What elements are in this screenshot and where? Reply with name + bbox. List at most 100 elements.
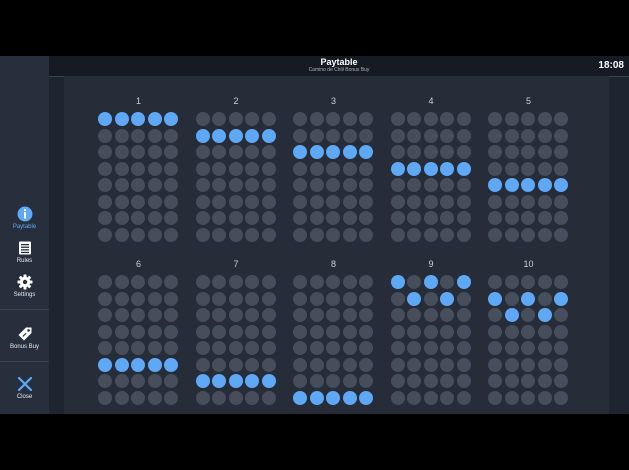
payline-dot (407, 341, 421, 355)
payline-dot (293, 211, 307, 225)
payline-dot (164, 324, 178, 339)
sidebar-item-close[interactable]: Close (0, 376, 49, 400)
payline-dot-active (164, 357, 178, 372)
payline-dot (440, 227, 454, 242)
payline-dot (440, 178, 454, 192)
payline-dot (98, 341, 112, 355)
payline-dot (212, 341, 226, 355)
payline-dot (245, 112, 259, 126)
payline-dot (390, 324, 405, 339)
sidebar-item-settings[interactable]: Settings (0, 274, 49, 298)
payline-dot (309, 308, 324, 322)
payline-dot (456, 357, 471, 372)
payline-dot-active (488, 178, 502, 192)
payline-dot (488, 161, 502, 176)
payline-dot (390, 308, 405, 322)
payline-dot (228, 275, 243, 289)
payline-dot (423, 357, 438, 372)
payline-dot (521, 112, 535, 126)
payline-dot (147, 308, 162, 322)
payline-dot-active (131, 357, 145, 372)
payline-dot (131, 178, 145, 192)
payline-dot (131, 211, 145, 225)
payline-dot-active (537, 178, 552, 192)
payline-dot (114, 145, 129, 159)
payline-dot (390, 291, 405, 306)
payline-dot-active (114, 112, 129, 126)
payline-dot (164, 275, 178, 289)
payline-dot (504, 324, 519, 339)
payline-pattern-1: 1 (98, 96, 179, 242)
payline-dot (98, 227, 112, 242)
payline-dot (228, 112, 243, 126)
payline-dot (554, 112, 568, 126)
payline-dot (390, 178, 405, 192)
payline-dot (342, 112, 357, 126)
payline-dot (326, 374, 340, 388)
payline-dot (245, 145, 259, 159)
payline-dot (195, 211, 210, 225)
payline-dot (456, 374, 471, 388)
payline-dot (147, 275, 162, 289)
payline-dot (342, 374, 357, 388)
payline-pattern-4: 4 (390, 96, 472, 242)
payline-dot (537, 128, 552, 143)
payline-dot (456, 145, 471, 159)
payline-dot (245, 291, 259, 306)
payline-dot (147, 341, 162, 355)
payline-dot (456, 128, 471, 143)
sidebar-item-rules[interactable]: Rules (0, 240, 49, 264)
payline-dot (554, 308, 568, 322)
payline-dot (293, 308, 307, 322)
payline-dot (456, 308, 471, 322)
payline-dot (554, 211, 568, 225)
sidebar-item-paytable[interactable]: Paytable (0, 206, 49, 230)
payline-dot (537, 211, 552, 225)
payline-dot (164, 390, 178, 405)
payline-dot (164, 291, 178, 306)
payline-dot (326, 357, 340, 372)
payline-dot (440, 341, 454, 355)
payline-dot (245, 308, 259, 322)
payline-grid (293, 112, 374, 242)
payline-dot (326, 211, 340, 225)
payline-dot (195, 341, 210, 355)
payline-dot (456, 194, 471, 209)
payline-dot (554, 227, 568, 242)
payline-dot (407, 357, 421, 372)
payline-dot (537, 227, 552, 242)
payline-dot (537, 341, 552, 355)
payline-dot (131, 161, 145, 176)
payline-dot (342, 291, 357, 306)
payline-dot (228, 357, 243, 372)
payline-dot (423, 227, 438, 242)
payline-dot (407, 227, 421, 242)
payline-dot (293, 324, 307, 339)
payline-dot (131, 145, 145, 159)
payline-dot (293, 341, 307, 355)
payline-dot (245, 390, 259, 405)
sidebar-item-bonus-buy[interactable]: Bonus Buy (0, 326, 49, 350)
payline-dot (359, 112, 373, 126)
payline-dot (195, 178, 210, 192)
payline-dot (423, 374, 438, 388)
payline-dot (440, 112, 454, 126)
payline-dot (537, 357, 552, 372)
payline-dot (504, 128, 519, 143)
payline-dot (228, 227, 243, 242)
paylines-panel: 1 2 3 4 5 6 7 8 9 10 (64, 76, 609, 414)
payline-dot (504, 194, 519, 209)
payline-dot-active (488, 291, 502, 306)
payline-dot (456, 112, 471, 126)
payline-dot (423, 194, 438, 209)
payline-dot-active (326, 145, 340, 159)
payline-dot (131, 291, 145, 306)
payline-dot (261, 390, 276, 405)
payline-dot (147, 194, 162, 209)
payline-dot (293, 275, 307, 289)
payline-dot (537, 374, 552, 388)
payline-dot (342, 275, 357, 289)
payline-dot (521, 324, 535, 339)
payline-dot (147, 145, 162, 159)
payline-dot (359, 211, 373, 225)
